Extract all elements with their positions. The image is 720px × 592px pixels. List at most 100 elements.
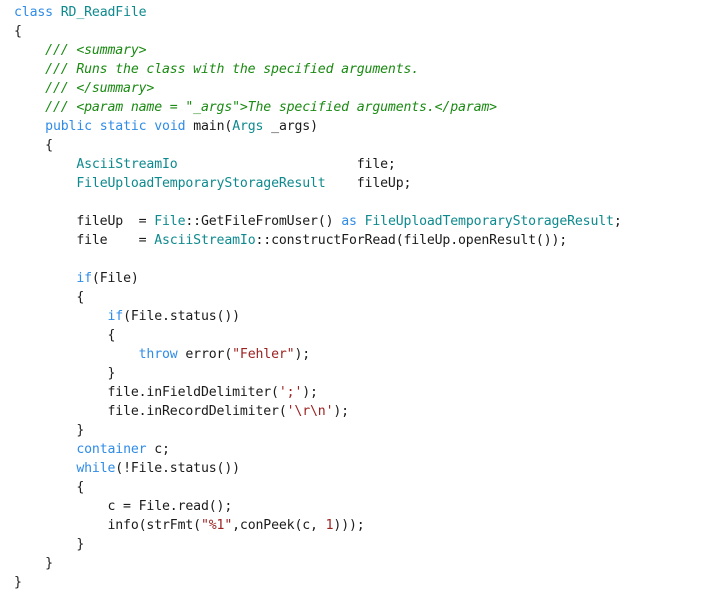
code-token-keyword: static [99, 119, 147, 134]
code-token-plain: { [14, 290, 85, 305]
code-token-string: ';' [278, 385, 303, 400]
code-line[interactable]: file.inRecordDelimiter('\r\n'); [14, 402, 720, 421]
code-token-keyword: void [154, 119, 186, 134]
code-line[interactable]: class RD_ReadFile [14, 3, 720, 22]
code-line[interactable]: } [14, 573, 720, 592]
code-line[interactable]: } [14, 421, 720, 440]
code-token-keyword: public [45, 119, 92, 134]
code-token-keyword: if [107, 309, 124, 324]
code-token-plain: } [14, 366, 116, 381]
code-token-plain: file.inRecordDelimiter( [14, 404, 287, 419]
code-line[interactable]: file.inFieldDelimiter(';'); [14, 383, 720, 402]
code-line[interactable]: while(!File.status()) [14, 459, 720, 478]
code-token-type: AsciiStreamIo [76, 157, 178, 172]
code-token-type: Args [232, 119, 264, 134]
code-token-plain: ))); [333, 518, 365, 533]
code-token-plain: file; [177, 157, 396, 172]
code-line[interactable] [14, 250, 720, 269]
code-token-plain: ::GetFileFromUser() [185, 214, 342, 229]
code-token-plain: ); [333, 404, 349, 419]
code-line[interactable]: c = File.read(); [14, 497, 720, 516]
code-token-string: "%1" [200, 518, 233, 533]
code-token-plain: } [14, 423, 85, 438]
code-token-keyword: class [14, 5, 53, 20]
code-line[interactable]: AsciiStreamIo file; [14, 155, 720, 174]
code-line[interactable]: } [14, 535, 720, 554]
code-line[interactable]: file = AsciiStreamIo::constructForRead(f… [14, 231, 720, 250]
code-line[interactable]: { [14, 288, 720, 307]
code-token-plain: ); [294, 347, 311, 362]
code-line[interactable] [14, 193, 720, 212]
code-token-plain: file = [14, 233, 155, 248]
code-token-plain: fileUp = [14, 214, 155, 229]
code-token-plain: ::constructForRead(fileUp.openResult()); [255, 233, 568, 248]
code-token-plain: _args) [263, 119, 318, 134]
code-line[interactable]: public static void main(Args _args) [14, 117, 720, 136]
code-line[interactable]: { [14, 326, 720, 345]
code-token-plain: (File) [91, 271, 139, 286]
code-token-plain: { [14, 328, 116, 343]
code-line[interactable]: FileUploadTemporaryStorageResult fileUp; [14, 174, 720, 193]
code-token-comment: /// </summary> [14, 81, 155, 96]
code-line[interactable]: throw error("Fehler"); [14, 345, 720, 364]
code-token-plain: main( [185, 119, 233, 134]
code-token-keyword: as [341, 214, 357, 229]
code-token-plain: { [14, 24, 22, 39]
code-token-keyword: throw [138, 347, 178, 362]
code-line[interactable]: { [14, 136, 720, 155]
code-token-plain: info(strFmt( [14, 518, 201, 533]
code-token-type: FileUploadTemporaryStorageResult [364, 214, 614, 229]
code-token-type: File [154, 214, 186, 229]
code-line[interactable]: fileUp = File::GetFileFromUser() as File… [14, 212, 720, 231]
code-token-plain: ,conPeek(c, [232, 518, 326, 533]
code-token-plain: { [14, 480, 85, 495]
code-line[interactable]: if(File.status()) [14, 307, 720, 326]
code-token-plain: } [14, 556, 53, 571]
code-token-plain: c; [146, 442, 170, 457]
code-token-plain: (!File.status()) [115, 461, 240, 476]
code-token-plain: (File.status()) [123, 309, 240, 324]
code-line[interactable]: /// <param name = "_args">The specified … [14, 98, 720, 117]
code-token-plain: ); [302, 385, 318, 400]
code-token-plain: } [14, 537, 85, 552]
code-line[interactable]: /// Runs the class with the specified ar… [14, 60, 720, 79]
code-token-comment: /// Runs the class with the specified ar… [14, 62, 420, 77]
code-token-plain: ; [613, 214, 622, 229]
code-line[interactable]: } [14, 554, 720, 573]
code-token-type: AsciiStreamIo [154, 233, 256, 248]
code-line[interactable]: { [14, 22, 720, 41]
code-line[interactable]: } [14, 364, 720, 383]
code-token-plain: file.inFieldDelimiter( [14, 385, 279, 400]
code-token-string: '\r\n' [286, 404, 334, 419]
code-editor-surface[interactable]: class RD_ReadFile { /// <summary> /// Run… [0, 0, 720, 590]
code-line[interactable]: if(File) [14, 269, 720, 288]
code-token-comment: /// <param name = "_args">The specified … [14, 100, 497, 115]
code-line[interactable]: info(strFmt("%1",conPeek(c, 1))); [14, 516, 720, 535]
code-token-plain: { [14, 138, 53, 153]
code-token-type: FileUploadTemporaryStorageResult [76, 176, 326, 191]
code-token-keyword: if [76, 271, 92, 286]
code-line[interactable]: /// </summary> [14, 79, 720, 98]
code-line[interactable]: { [14, 478, 720, 497]
code-token-keyword: container [76, 442, 147, 457]
code-token-type: RD_ReadFile [60, 5, 147, 20]
code-line[interactable]: container c; [14, 440, 720, 459]
code-token-plain: fileUp; [325, 176, 412, 191]
code-token-comment: /// <summary> [14, 43, 147, 58]
code-line[interactable]: /// <summary> [14, 41, 720, 60]
code-token-string: "Fehler" [232, 347, 295, 362]
code-token-plain: error( [177, 347, 233, 362]
code-token-keyword: while [76, 461, 116, 476]
code-token-plain: } [14, 575, 22, 590]
